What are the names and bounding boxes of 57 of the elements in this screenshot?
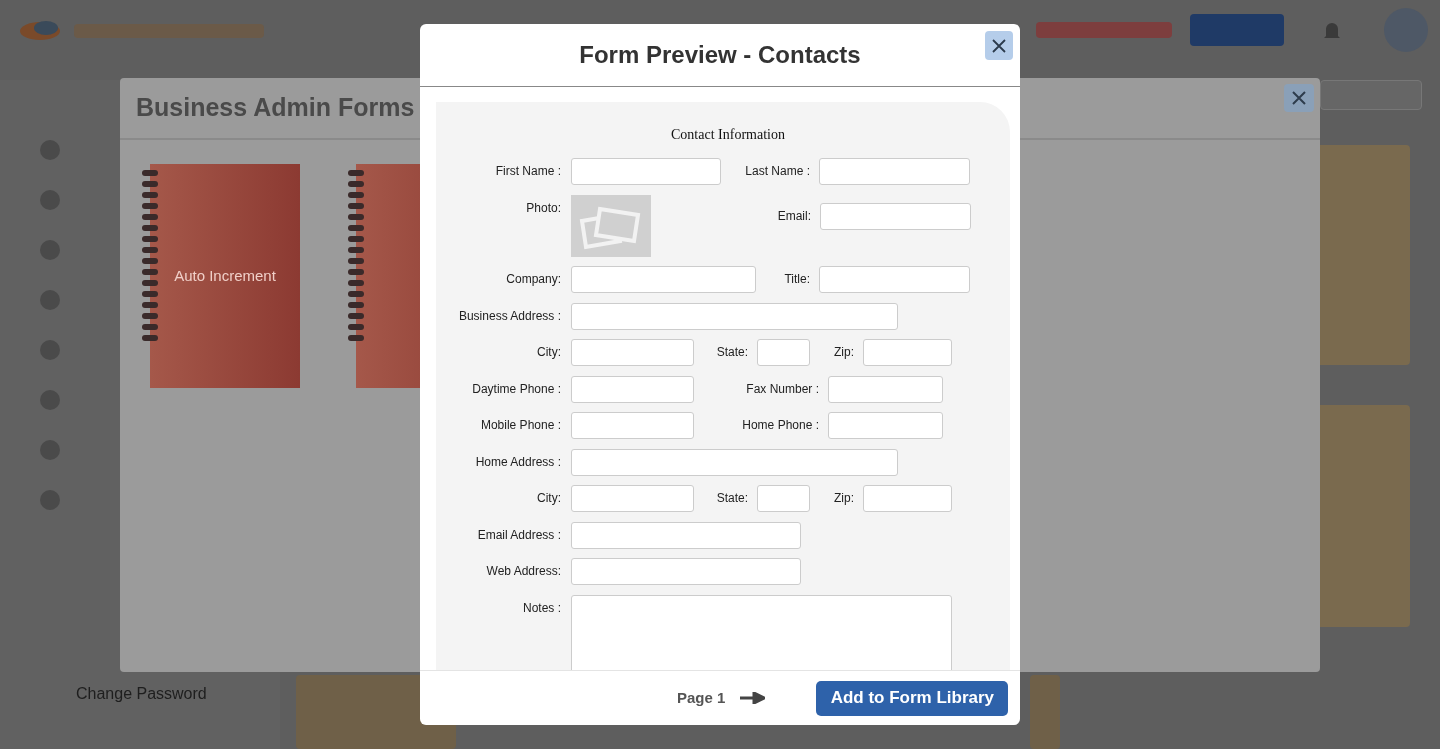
field-label: Home Phone : xyxy=(742,418,819,432)
field-label: Last Name : xyxy=(745,164,810,178)
notes-field[interactable] xyxy=(571,594,952,670)
input-field[interactable] xyxy=(571,521,801,549)
field-label: Zip: xyxy=(834,345,854,359)
dialog-title: Business Admin Forms xyxy=(136,92,415,124)
field-label: Home Address : xyxy=(475,454,561,469)
sidebar-item[interactable]: Change Password xyxy=(76,682,207,706)
field-label: City: xyxy=(537,345,561,359)
field-label: Notes : xyxy=(523,600,561,615)
page-number: Page 1 xyxy=(677,687,726,708)
input-field[interactable] xyxy=(571,158,721,185)
input-field[interactable] xyxy=(819,158,970,185)
field-label: Fax Number : xyxy=(746,381,819,396)
field-label: Mobile Phone : xyxy=(480,418,561,432)
field-label: City: xyxy=(537,491,561,505)
dialog-title: Form Preview - Contacts xyxy=(579,40,861,70)
input-field[interactable] xyxy=(571,412,694,439)
input-field[interactable] xyxy=(863,339,952,366)
field-label: Daytime Phone : xyxy=(472,381,561,396)
input-field[interactable] xyxy=(571,448,898,476)
close-button[interactable] xyxy=(985,31,1013,60)
close-icon xyxy=(1291,90,1307,106)
add-to-library-button[interactable]: Add to Form Library xyxy=(816,680,1009,716)
input-field[interactable] xyxy=(863,485,952,512)
close-icon xyxy=(991,37,1007,54)
subscribe-button[interactable] xyxy=(1190,14,1284,46)
photo-placeholder[interactable] xyxy=(571,194,651,257)
input-field[interactable] xyxy=(828,412,943,439)
field-label: Photo: xyxy=(526,200,561,215)
field-label: Email: xyxy=(777,208,811,223)
field-label: Business Address : xyxy=(458,308,561,323)
notebook-cover[interactable]: Auto Increment xyxy=(150,164,300,388)
input-field[interactable] xyxy=(820,202,971,230)
field-label: State: xyxy=(716,491,748,505)
field-label: Zip: xyxy=(834,491,854,505)
field-label: Title: xyxy=(784,272,810,286)
input-field[interactable] xyxy=(571,339,694,366)
field-label: State: xyxy=(716,345,748,359)
input-field[interactable] xyxy=(571,302,898,330)
search-field[interactable] xyxy=(1320,80,1422,110)
input-field[interactable] xyxy=(757,339,810,366)
input-field[interactable] xyxy=(828,375,943,403)
input-field[interactable] xyxy=(571,266,756,293)
section-title: Contact Information xyxy=(671,126,785,144)
field-label: First Name : xyxy=(495,164,561,178)
field-label: Company: xyxy=(506,272,561,286)
field-label: Email Address : xyxy=(477,527,561,542)
input-field[interactable] xyxy=(571,375,694,403)
close-button[interactable] xyxy=(1284,84,1314,112)
input-field[interactable] xyxy=(571,558,801,585)
input-field[interactable] xyxy=(819,266,970,293)
field-label: Web Address: xyxy=(486,564,561,578)
next-arrow-icon[interactable] xyxy=(740,692,766,704)
input-field[interactable] xyxy=(757,485,810,512)
input-field[interactable] xyxy=(571,485,694,512)
notebook-title: Auto Increment xyxy=(174,265,276,286)
